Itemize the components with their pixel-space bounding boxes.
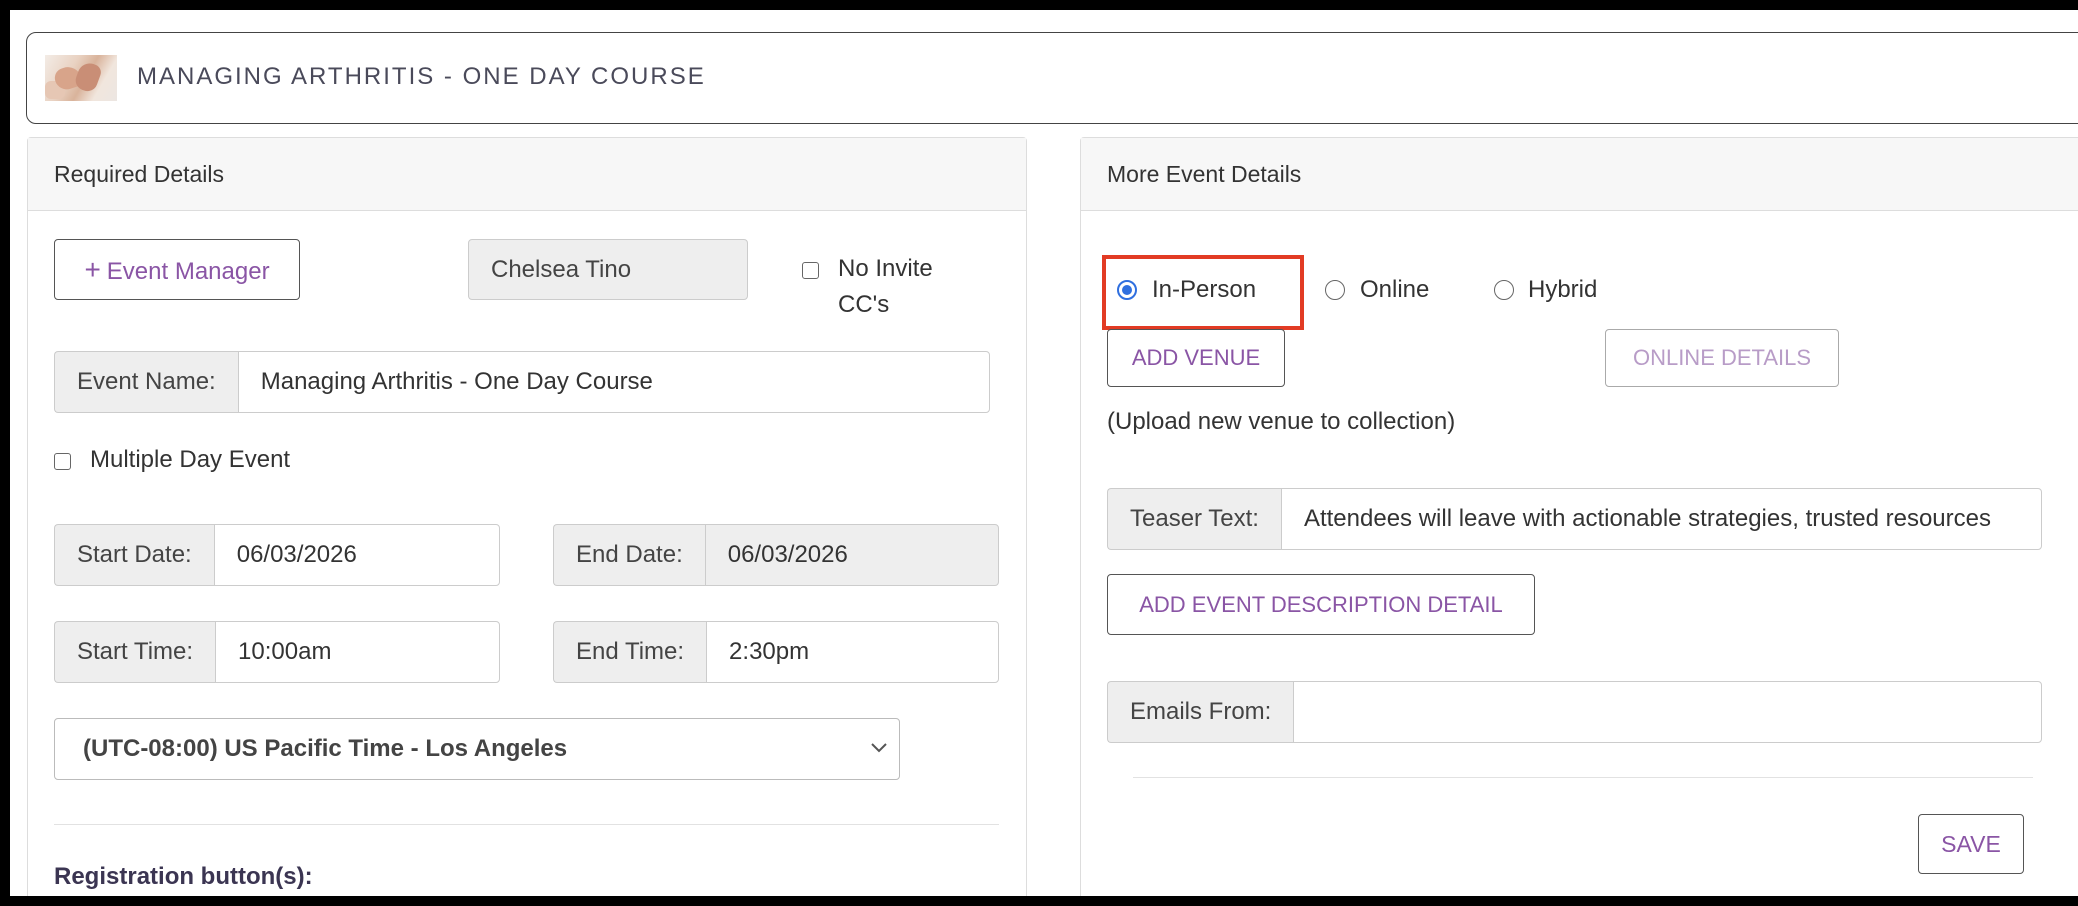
start-date-input[interactable]: 06/03/2026	[213, 524, 500, 586]
add-venue-button[interactable]: ADD VENUE	[1107, 329, 1285, 387]
teaser-text-label: Teaser Text:	[1107, 488, 1281, 550]
event-manager-name-field: Chelsea Tino	[468, 239, 748, 300]
start-time-input[interactable]: 10:00am	[215, 621, 500, 683]
multiple-day-label: Multiple Day Event	[90, 446, 291, 473]
chevron-down-icon	[871, 743, 887, 753]
add-event-description-button[interactable]: ADD EVENT DESCRIPTION DETAIL	[1107, 574, 1535, 635]
save-button[interactable]: SAVE	[1918, 814, 2024, 874]
event-manager-name: Chelsea Tino	[491, 256, 632, 283]
teaser-text-group: Teaser Text: Attendees will leave with a…	[1107, 488, 2042, 550]
registration-buttons-heading: Registration button(s):	[54, 863, 313, 890]
radio-online[interactable]	[1325, 280, 1345, 300]
no-invite-cc-label-line2: CC's	[838, 291, 890, 318]
left-divider	[54, 824, 999, 825]
timezone-selected-value: (UTC-08:00) US Pacific Time - Los Angele…	[83, 735, 568, 762]
emails-from-label: Emails From:	[1107, 681, 1294, 743]
radio-online-label: Online	[1360, 276, 1430, 303]
timezone-select[interactable]: (UTC-08:00) US Pacific Time - Los Angele…	[54, 718, 900, 780]
event-name-group: Event Name: Managing Arthritis - One Day…	[54, 351, 990, 413]
start-time-label: Start Time:	[54, 621, 216, 683]
upload-venue-link[interactable]: (Upload new venue to collection)	[1107, 408, 1455, 436]
no-invite-cc-checkbox[interactable]	[802, 262, 819, 279]
end-date-group: End Date: 06/03/2026	[553, 524, 999, 586]
more-event-details-heading: More Event Details	[1081, 138, 2078, 211]
emails-from-group: Emails From:	[1107, 681, 2042, 743]
end-date-label: End Date:	[553, 524, 705, 586]
end-date-input: 06/03/2026	[704, 524, 999, 586]
end-time-group: End Time: 2:30pm	[553, 621, 999, 683]
radio-hybrid-label: Hybrid	[1528, 276, 1598, 303]
event-title: MANAGING ARTHRITIS - ONE DAY COURSE	[137, 63, 706, 90]
add-event-manager-button[interactable]: + Event Manager	[54, 239, 300, 300]
event-header: MANAGING ARTHRITIS - ONE DAY COURSE	[26, 32, 2078, 124]
no-invite-cc-label-line1: No Invite	[838, 255, 933, 282]
end-time-label: End Time:	[553, 621, 707, 683]
start-time-group: Start Time: 10:00am	[54, 621, 500, 683]
start-date-label: Start Date:	[54, 524, 214, 586]
event-manager-label: Event Manager	[106, 258, 270, 285]
page: MANAGING ARTHRITIS - ONE DAY COURSE Requ…	[10, 10, 2078, 896]
right-divider	[1133, 777, 2033, 778]
plus-icon: +	[84, 254, 101, 285]
start-date-group: Start Date: 06/03/2026	[54, 524, 500, 586]
multiple-day-checkbox[interactable]	[54, 453, 71, 470]
teaser-text-input[interactable]: Attendees will leave with actionable str…	[1280, 488, 2042, 550]
event-thumbnail-image	[45, 55, 117, 101]
radio-hybrid[interactable]	[1494, 280, 1514, 300]
end-time-input[interactable]: 2:30pm	[706, 621, 999, 683]
online-details-button: ONLINE DETAILS	[1605, 329, 1839, 387]
in-person-highlight-box	[1102, 255, 1304, 330]
emails-from-input[interactable]	[1293, 681, 2042, 743]
event-name-input[interactable]: Managing Arthritis - One Day Course	[237, 351, 990, 413]
event-name-label: Event Name:	[54, 351, 238, 413]
required-details-heading: Required Details	[28, 138, 1026, 211]
